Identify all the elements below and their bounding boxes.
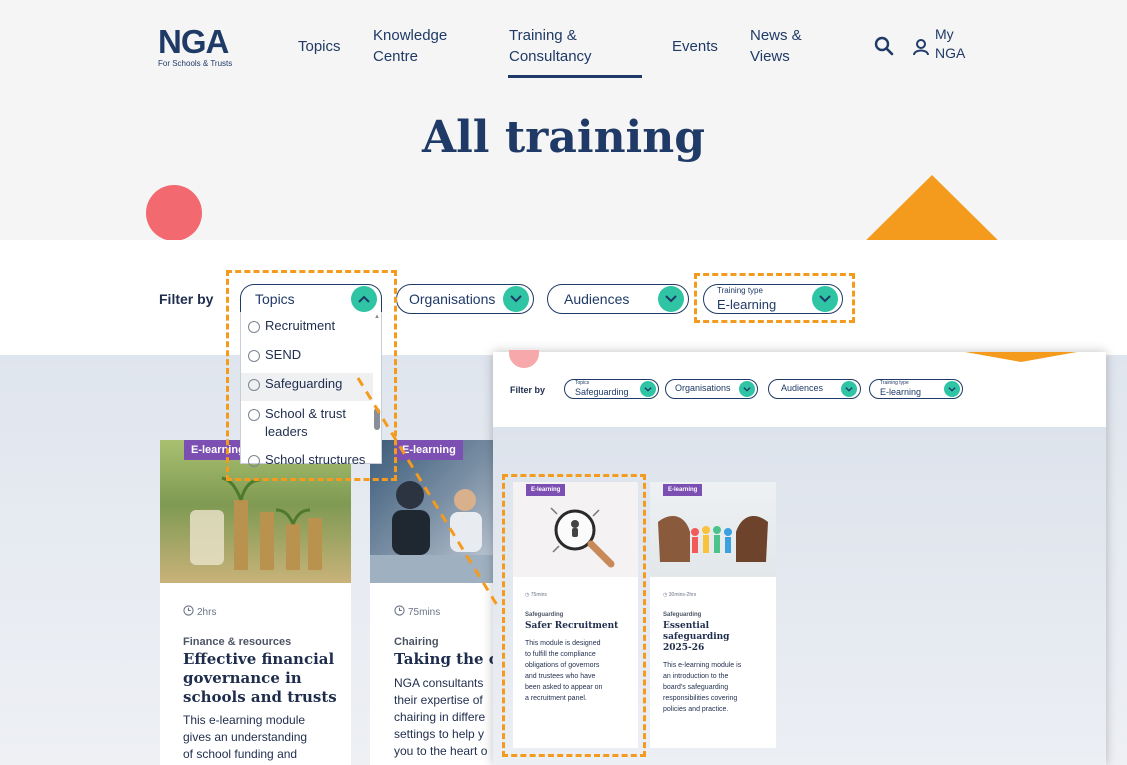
card-title-line: safeguarding bbox=[663, 632, 730, 642]
chevron-down-icon[interactable] bbox=[841, 381, 857, 397]
clock-icon: ◷ bbox=[663, 592, 668, 598]
search-icon[interactable] bbox=[874, 36, 894, 56]
overlay-type-caption: Training type bbox=[880, 380, 909, 386]
overlay-topics-caption: Topics bbox=[575, 380, 590, 386]
logo-mark: NGA bbox=[158, 23, 229, 60]
card-desc-line: gives an understanding bbox=[183, 730, 308, 744]
organisations-filter[interactable]: Organisations bbox=[396, 284, 534, 314]
card-desc-line: policies and practice. bbox=[663, 706, 729, 713]
chevron-down-icon[interactable] bbox=[739, 381, 755, 397]
nav-topics[interactable]: Topics bbox=[298, 36, 341, 57]
card-badge: E-learning bbox=[663, 484, 703, 496]
decorative-circle bbox=[146, 185, 202, 241]
card-title: Effective financial governance in school… bbox=[183, 650, 337, 707]
overlay-audiences-filter[interactable]: Audiences bbox=[768, 379, 861, 399]
card-title-line: Essential bbox=[663, 621, 710, 631]
organisations-filter-label: Organisations bbox=[409, 291, 496, 307]
audiences-filter-label: Audiences bbox=[564, 291, 630, 307]
card-desc-line: an introduction to the bbox=[663, 673, 729, 680]
overlay-organisations-label: Organisations bbox=[675, 383, 731, 393]
nav-knowledge-line2: Centre bbox=[373, 48, 419, 65]
card-title-line: Effective financial bbox=[183, 650, 335, 668]
training-card-essential-safeguarding[interactable]: E-learning ◷ 30mins-2hrs Safeguarding Es… bbox=[650, 482, 776, 748]
chevron-down-icon[interactable] bbox=[640, 381, 656, 397]
connector-line bbox=[356, 377, 502, 611]
nav-training-line2: Consultancy bbox=[509, 48, 592, 65]
overlay-type-value: E-learning bbox=[880, 387, 922, 397]
chevron-down-icon[interactable] bbox=[944, 381, 960, 397]
overlay-filter-label: Filter by bbox=[510, 385, 546, 395]
card-title-line: schools and trusts bbox=[183, 688, 337, 706]
card-category: Finance & resources bbox=[183, 636, 292, 648]
card-desc-line: chairing in differe bbox=[394, 710, 486, 724]
filter-by-label: Filter by bbox=[159, 291, 214, 307]
overlay-training-type-filter[interactable]: Training type E-learning bbox=[869, 379, 963, 399]
audiences-filter[interactable]: Audiences bbox=[547, 284, 689, 314]
card-desc-line: settings to help y bbox=[394, 727, 485, 741]
card-duration: 2hrs bbox=[183, 605, 216, 619]
highlight-training-type bbox=[694, 273, 855, 323]
nav-news-line2: Views bbox=[750, 48, 790, 65]
nav-news-line1: News & bbox=[750, 27, 802, 44]
card-title: Taking the ch bbox=[394, 650, 494, 668]
nav-knowledge-line1: Knowledge bbox=[373, 27, 448, 44]
card-desc-line: This e-learning module is bbox=[663, 662, 742, 669]
page-title: All training bbox=[421, 112, 706, 163]
nav-active-underline bbox=[508, 75, 642, 78]
filtered-results-screenshot: Filter by Topics Safeguarding Organisati… bbox=[493, 350, 1106, 765]
card-desc-line: of school funding and bbox=[183, 747, 298, 761]
overlay-organisations-filter[interactable]: Organisations bbox=[665, 379, 758, 399]
nav-training-line1: Training & bbox=[509, 27, 577, 44]
highlight-safer-recruitment-card bbox=[502, 474, 646, 757]
nav-training-consultancy[interactable]: Training & Consultancy bbox=[509, 25, 592, 67]
card-desc-line: This e-learning module bbox=[183, 713, 306, 727]
card-description: NGA consultants their expertise of chair… bbox=[394, 675, 487, 760]
chevron-down-icon[interactable] bbox=[658, 286, 684, 312]
user-icon[interactable] bbox=[912, 38, 930, 56]
logo-subtitle: For Schools & Trusts bbox=[158, 59, 233, 68]
nav-news-views[interactable]: News & Views bbox=[750, 25, 802, 67]
nav-my-nga[interactable]: My NGA bbox=[935, 25, 965, 63]
overlay-topics-filter[interactable]: Topics Safeguarding bbox=[564, 379, 659, 399]
card-desc-line: board's safeguarding bbox=[663, 684, 729, 691]
card-desc-line: their expertise of bbox=[394, 693, 483, 707]
nav-events[interactable]: Events bbox=[672, 36, 718, 57]
nga-logo[interactable]: NGA For Schools & Trusts bbox=[158, 25, 253, 69]
card-image-paper-people bbox=[650, 482, 776, 577]
clock-icon bbox=[183, 605, 194, 619]
card-description: This e-learning module is an introductio… bbox=[663, 660, 741, 715]
training-card[interactable]: E-learning 2hrs Finance & resources Effe… bbox=[160, 440, 351, 765]
card-desc-line: you to the heart o bbox=[394, 744, 488, 758]
decorative-triangle bbox=[965, 352, 1077, 362]
card-category: Chairing bbox=[394, 636, 439, 648]
nav-my-line2: NGA bbox=[935, 45, 966, 61]
card-title-line: 2025-26 bbox=[663, 643, 705, 653]
card-desc-line: NGA consultants bbox=[394, 676, 484, 690]
card-duration: ◷ 30mins-2hrs bbox=[663, 592, 696, 598]
card-duration-text: 2hrs bbox=[197, 606, 217, 618]
overlay-topics-value: Safeguarding bbox=[575, 387, 629, 397]
card-title: Essential safeguarding 2025-26 bbox=[663, 621, 729, 654]
card-description: This e-learning module gives an understa… bbox=[183, 712, 307, 763]
card-duration-text: 30mins-2hrs bbox=[668, 592, 697, 598]
card-category: Safeguarding bbox=[663, 612, 702, 618]
overlay-audiences-label: Audiences bbox=[781, 383, 824, 393]
card-title-line: governance in bbox=[183, 669, 302, 687]
nav-knowledge-centre[interactable]: Knowledge Centre bbox=[373, 25, 447, 67]
chevron-down-icon[interactable] bbox=[503, 286, 529, 312]
card-desc-line: responsibilities covering bbox=[663, 695, 738, 702]
nav-my-line1: My bbox=[935, 26, 954, 42]
